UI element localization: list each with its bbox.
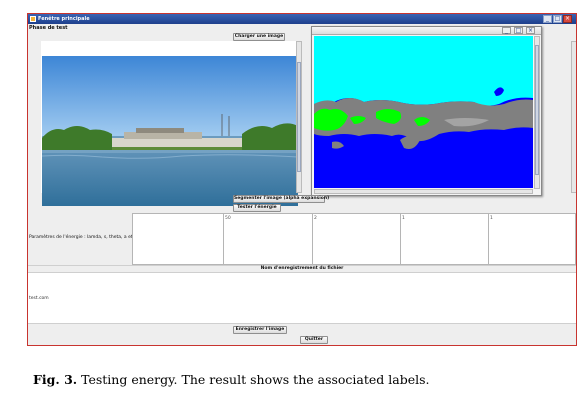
window-titlebar: Fenêtre principale _ □ × [28,14,576,24]
minimize-button[interactable]: _ [543,15,552,23]
seg-vertical-scrollbar[interactable] [534,36,540,189]
lake-photo [42,56,298,206]
seg-close-button[interactable]: × [526,27,535,34]
seg-maximize-button[interactable]: □ [514,27,523,34]
close-button[interactable]: × [563,15,572,23]
right-vertical-scrollbar[interactable] [571,41,576,193]
param-lambda-field[interactable] [132,213,224,265]
seg-scrollbar-thumb[interactable] [535,45,539,175]
param-b-field[interactable]: 1 [488,213,576,265]
section-title: Phase de test [29,25,68,31]
energy-params-label: Paramètres de l'énergie : lamda, s, thet… [29,235,148,240]
maximize-button[interactable]: □ [553,15,562,23]
filename-input-area[interactable]: test.com [28,272,576,324]
quit-button[interactable]: Quitter [300,336,328,344]
figure-caption-label: Fig. 3. [33,372,78,387]
photo-vertical-scrollbar[interactable] [296,41,302,193]
param-s-field[interactable]: 50 [223,213,313,265]
filename-input[interactable]: test.com [29,296,49,301]
window-title: Fenêtre principale [38,16,90,22]
figure-caption-text: Testing energy. The result shows the ass… [81,372,430,387]
filename-heading: Nom d'enregistrement du fichier [28,265,576,272]
scrollbar-thumb[interactable] [297,62,301,172]
seg-minimize-button[interactable]: _ [502,27,511,34]
test-energy-button[interactable]: Tester l'énergie [233,204,281,212]
app-icon [30,16,36,22]
photo-panel [41,41,298,206]
save-image-button[interactable]: Enregistrer l'image [233,326,287,334]
seg-horizontal-scrollbar[interactable] [314,189,533,194]
segmentation-result [314,36,533,188]
energy-params-label-text: Paramètres de l'énergie : lamda, s, thet… [29,235,137,240]
load-image-button[interactable]: Charger une image [233,33,285,41]
param-a-field[interactable]: 1 [400,213,489,265]
main-window: Fenêtre principale _ □ × Phase de test C… [27,13,577,346]
segmentation-titlebar: _ □ × [312,27,541,35]
figure-caption: Fig. 3. Testing energy. The result shows… [33,372,430,387]
segmentation-window: _ □ × [311,26,542,196]
segment-image-button[interactable]: Segmenter l'image (alpha expansion) [233,195,329,203]
param-theta-field[interactable]: 2 [312,213,401,265]
